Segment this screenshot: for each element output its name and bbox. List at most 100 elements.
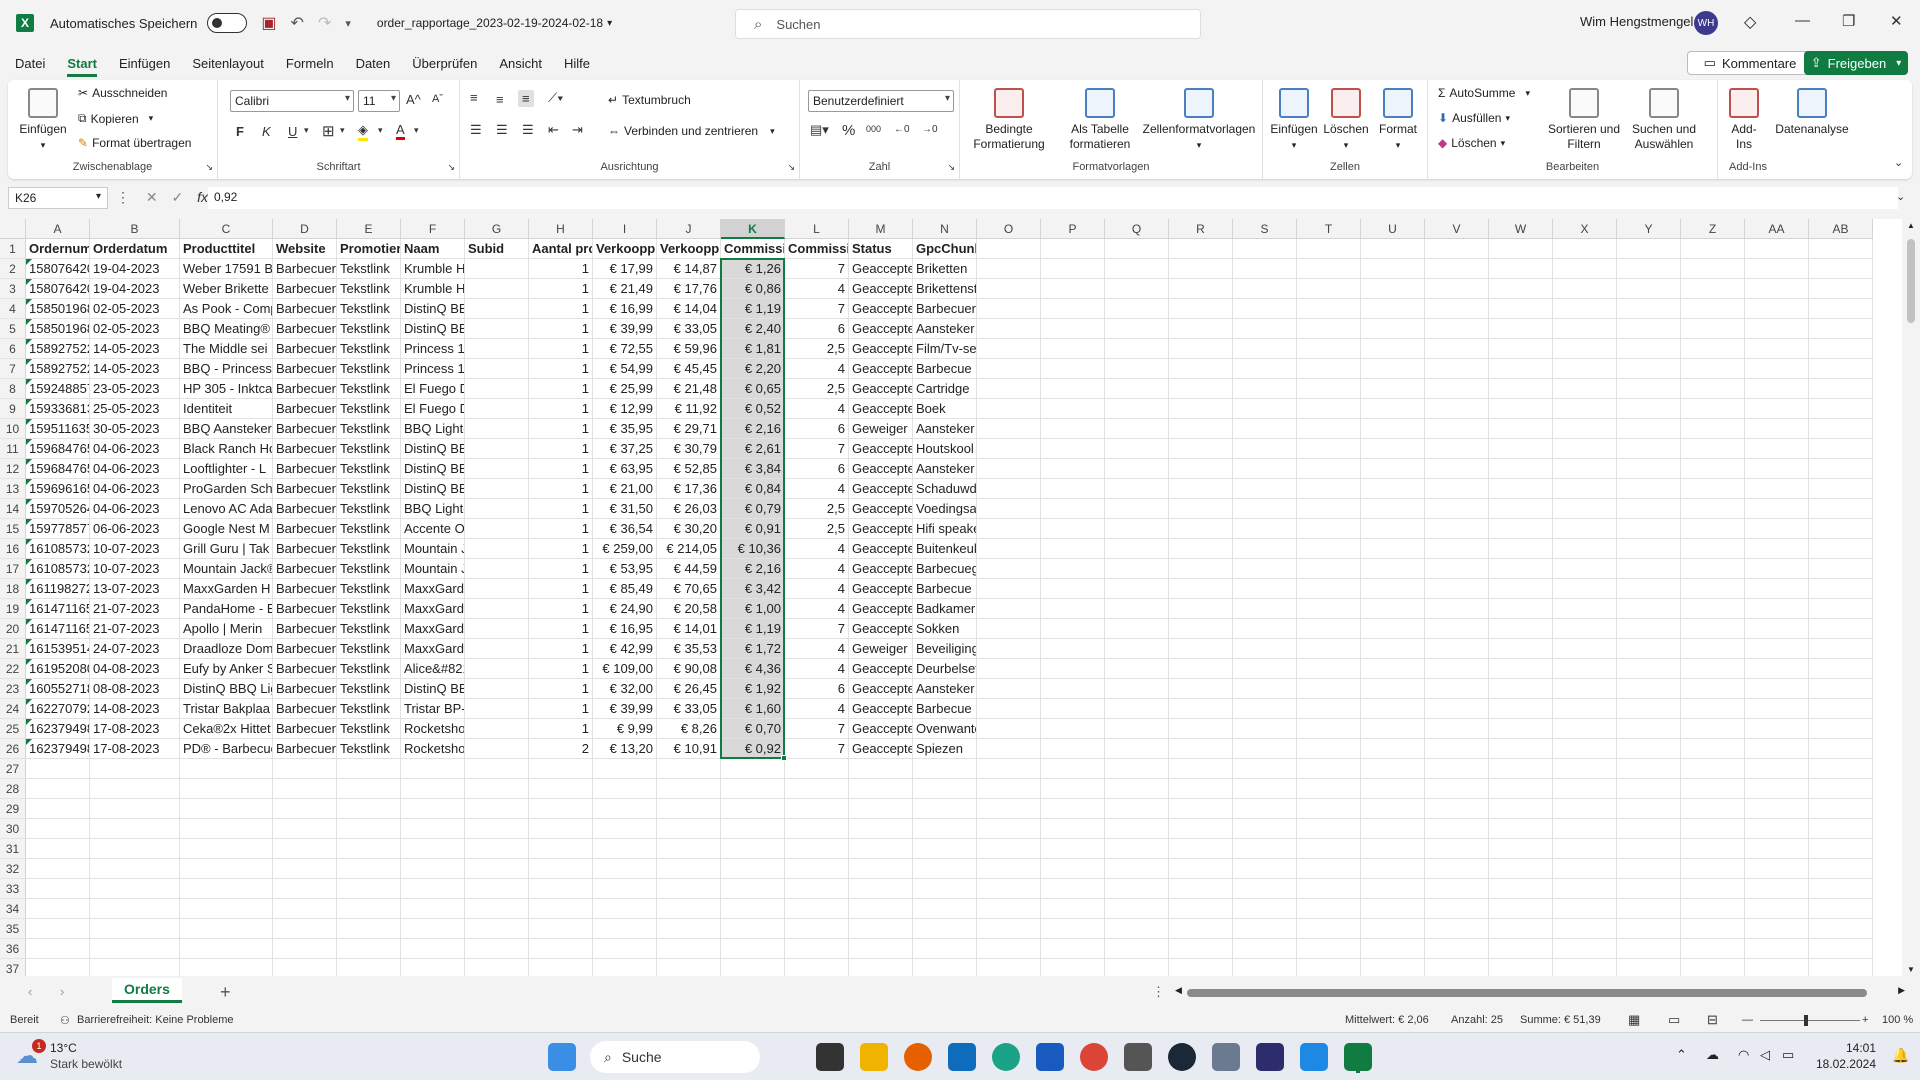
row-header[interactable]: 14 <box>0 499 26 519</box>
table-cell[interactable]: 4 <box>785 559 849 579</box>
table-cell[interactable]: € 14,87 <box>657 259 721 279</box>
empty-cell[interactable] <box>90 839 180 859</box>
table-cell[interactable] <box>465 599 529 619</box>
empty-cell[interactable] <box>1169 659 1233 679</box>
table-cell[interactable]: Geaccepte <box>849 459 913 479</box>
empty-cell[interactable] <box>1169 279 1233 299</box>
empty-cell[interactable] <box>1169 939 1233 959</box>
empty-cell[interactable] <box>1297 439 1361 459</box>
empty-cell[interactable] <box>721 959 785 976</box>
table-cell[interactable]: € 17,36 <box>657 479 721 499</box>
table-cell[interactable]: Princess 112252 <box>401 359 465 379</box>
table-cell[interactable]: Mountain Jack® 40-D <box>401 559 465 579</box>
empty-cell[interactable] <box>977 659 1041 679</box>
table-cell[interactable]: Barbecuer <box>273 379 337 399</box>
table-cell[interactable]: Barbecuer <box>273 479 337 499</box>
empty-cell[interactable] <box>721 759 785 779</box>
table-cell[interactable]: Barbecuer <box>273 639 337 659</box>
empty-cell[interactable] <box>1617 519 1681 539</box>
find-select-button[interactable]: Suchen und Auswählen <box>1624 88 1704 152</box>
empty-cell[interactable] <box>1681 399 1745 419</box>
empty-cell[interactable] <box>1745 459 1809 479</box>
table-cell[interactable]: Geaccepte <box>849 599 913 619</box>
worksheet-grid[interactable]: A B C D E F G H I J K L M N O P Q R S T U V W X Y Z AA AB 1 Ordernum O… <box>0 219 1920 976</box>
table-cell[interactable]: Identiteit <box>180 399 273 419</box>
empty-cell[interactable] <box>977 819 1041 839</box>
table-cell[interactable]: Barbecuer <box>273 459 337 479</box>
row-header[interactable]: 30 <box>0 819 26 839</box>
empty-cell[interactable] <box>1553 479 1617 499</box>
table-cell[interactable]: Geaccepte <box>849 279 913 299</box>
empty-cell[interactable] <box>1297 579 1361 599</box>
empty-cell[interactable] <box>1297 519 1361 539</box>
empty-cell[interactable] <box>1041 279 1105 299</box>
empty-cell[interactable] <box>1425 379 1489 399</box>
chrome-icon[interactable] <box>1080 1043 1108 1071</box>
empty-cell[interactable] <box>977 539 1041 559</box>
empty-cell[interactable] <box>337 859 401 879</box>
empty-cell[interactable] <box>529 959 593 976</box>
empty-cell[interactable] <box>1553 239 1617 259</box>
empty-cell[interactable] <box>180 959 273 976</box>
empty-cell[interactable] <box>1169 319 1233 339</box>
empty-cell[interactable] <box>1361 819 1425 839</box>
table-cell[interactable]: Geaccepte <box>849 679 913 699</box>
table-cell[interactable]: € 0,86 <box>721 279 785 299</box>
column-header[interactable]: E <box>337 219 401 239</box>
table-cell[interactable]: Tekstlink <box>337 479 401 499</box>
decrease-indent-icon[interactable]: ⇤ <box>548 122 559 138</box>
empty-cell[interactable] <box>1809 819 1873 839</box>
empty-cell[interactable] <box>593 759 657 779</box>
empty-cell[interactable] <box>529 779 593 799</box>
empty-cell[interactable] <box>721 899 785 919</box>
empty-cell[interactable] <box>1297 959 1361 976</box>
empty-cell[interactable] <box>1489 399 1553 419</box>
empty-cell[interactable] <box>1425 439 1489 459</box>
row-header[interactable]: 13 <box>0 479 26 499</box>
table-cell[interactable]: € 31,50 <box>593 499 657 519</box>
empty-cell[interactable] <box>1489 439 1553 459</box>
table-cell[interactable]: Rocketshop® Elektri <box>401 739 465 759</box>
empty-cell[interactable] <box>1233 559 1297 579</box>
expand-formula-icon[interactable]: ⌄ <box>1896 190 1905 203</box>
empty-cell[interactable] <box>1745 699 1809 719</box>
row-header[interactable]: 15 <box>0 519 26 539</box>
table-cell[interactable]: € 30,20 <box>657 519 721 539</box>
insert-cells-button[interactable]: Einfügen ▾ <box>1269 88 1319 153</box>
empty-cell[interactable] <box>1553 859 1617 879</box>
table-cell[interactable]: Geaccepte <box>849 319 913 339</box>
table-cell[interactable]: DistinQ BBQ Lighter <box>401 439 465 459</box>
table-cell[interactable]: € 16,95 <box>593 619 657 639</box>
empty-cell[interactable] <box>1745 679 1809 699</box>
table-cell[interactable] <box>465 559 529 579</box>
normal-view-icon[interactable]: ▦ <box>1628 1012 1640 1028</box>
table-cell[interactable]: DistinQ BBQ Lighter <box>401 459 465 479</box>
cell-styles-button[interactable]: Zellenformatvorlagen ▾ <box>1140 88 1258 153</box>
empty-cell[interactable] <box>785 799 849 819</box>
empty-cell[interactable] <box>465 859 529 879</box>
table-cell[interactable]: BBQ Aansteker <box>180 419 273 439</box>
table-cell[interactable]: 23-05-2023 <box>90 379 180 399</box>
empty-cell[interactable] <box>1105 299 1169 319</box>
empty-cell[interactable] <box>1681 619 1745 639</box>
table-cell[interactable]: € 90,08 <box>657 659 721 679</box>
empty-cell[interactable] <box>1809 539 1873 559</box>
empty-cell[interactable] <box>465 939 529 959</box>
dialog-launcher-icon[interactable]: ↘ <box>447 162 455 173</box>
empty-cell[interactable] <box>1297 239 1361 259</box>
empty-cell[interactable] <box>1553 359 1617 379</box>
empty-cell[interactable] <box>337 879 401 899</box>
empty-cell[interactable] <box>1041 299 1105 319</box>
table-cell[interactable]: Tristar BP-2785 <box>401 699 465 719</box>
empty-cell[interactable] <box>1297 899 1361 919</box>
table-cell[interactable]: 21-07-2023 <box>90 599 180 619</box>
row-header[interactable]: 24 <box>0 699 26 719</box>
empty-cell[interactable] <box>273 839 337 859</box>
empty-cell[interactable] <box>1361 859 1425 879</box>
empty-cell[interactable] <box>1041 559 1105 579</box>
table-cell[interactable]: Boek <box>913 399 977 419</box>
table-cell[interactable]: € 39,99 <box>593 699 657 719</box>
empty-cell[interactable] <box>1553 899 1617 919</box>
empty-cell[interactable] <box>593 939 657 959</box>
table-cell[interactable] <box>465 419 529 439</box>
